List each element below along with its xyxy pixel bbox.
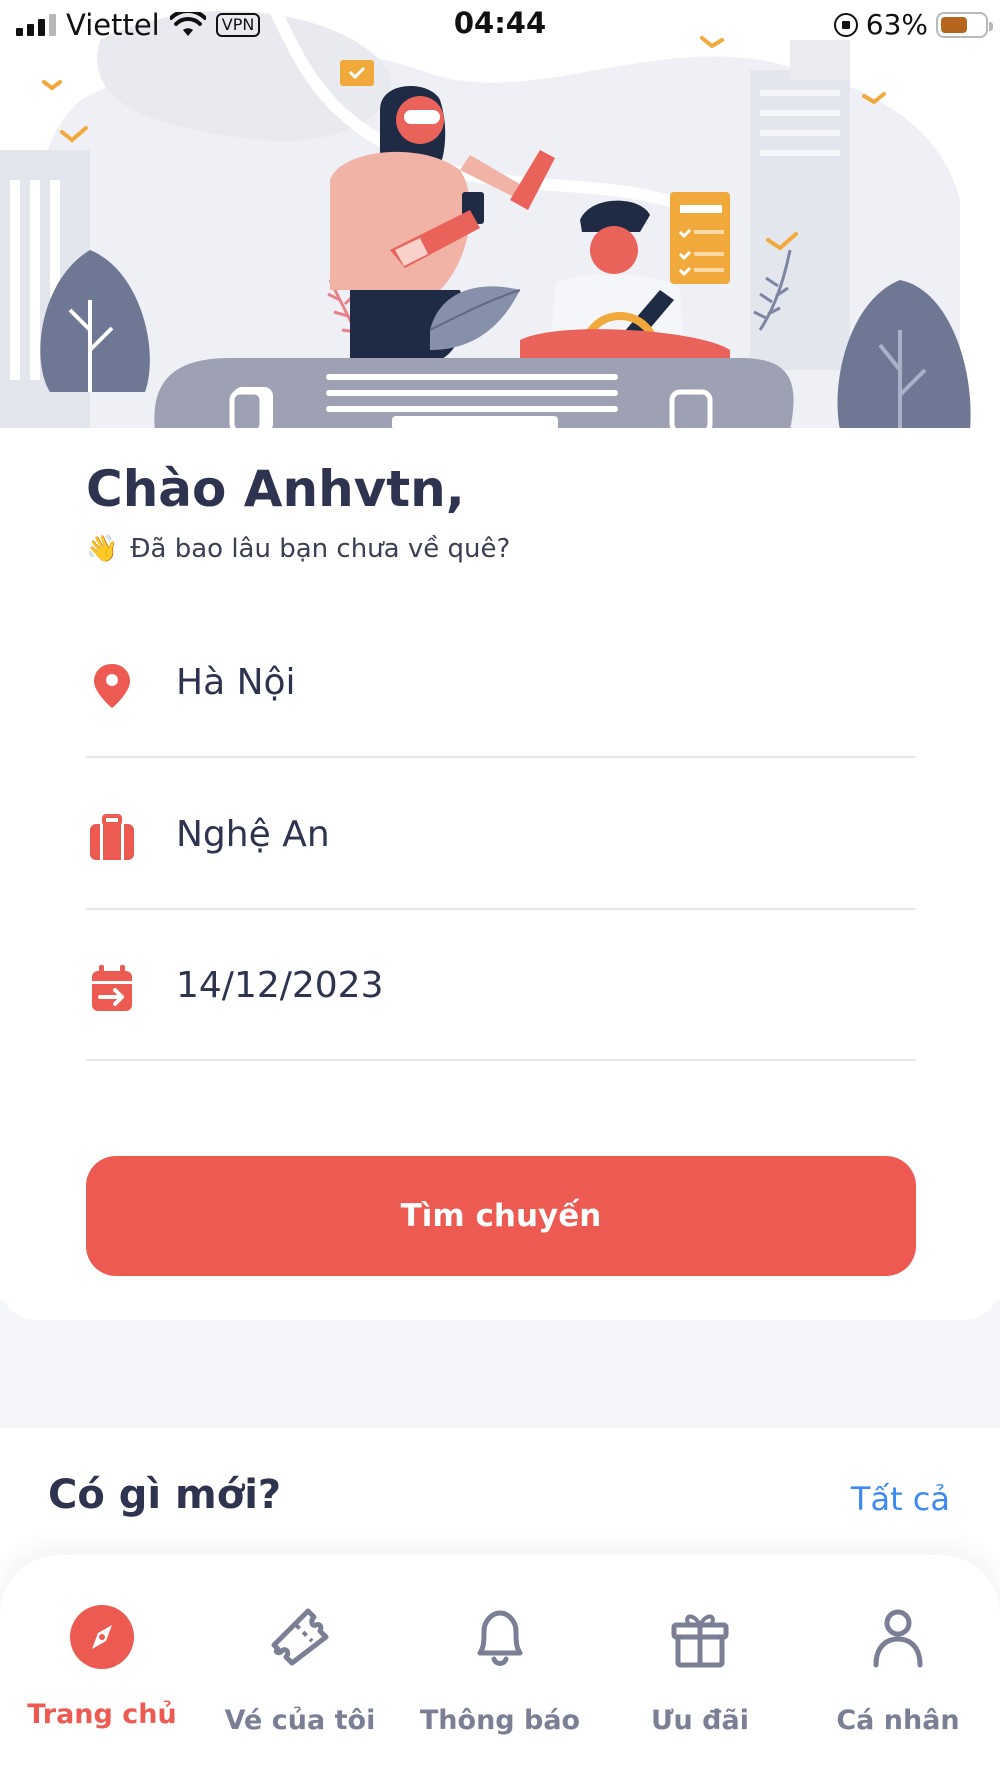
hero-illustration — [0, 0, 1000, 430]
news-title: Có gì mới? — [48, 1472, 282, 1518]
date-value: 14/12/2023 — [176, 965, 384, 1006]
date-field[interactable]: 14/12/2023 — [86, 963, 916, 1061]
greeting-subtitle: 👋 Đã bao lâu bạn chưa về quê? — [86, 534, 510, 564]
gift-icon — [671, 1614, 729, 1668]
battery-icon — [936, 11, 993, 38]
user-icon — [873, 1609, 923, 1668]
luggage-icon — [90, 814, 134, 860]
destination-field[interactable]: Nghệ An — [86, 812, 916, 910]
search-card: Chào Anhvtn, 👋 Đã bao lâu bạn chưa về qu… — [0, 428, 1000, 1320]
nav-label-offers: Ưu đãi — [651, 1705, 749, 1736]
greeting-subtitle-text: Đã bao lâu bạn chưa về quê? — [130, 534, 511, 564]
greeting-title: Chào Anhvtn, — [86, 460, 465, 518]
nav-label-profile: Cá nhân — [836, 1705, 960, 1736]
status-bar: Viettel VPN 04:44 63% — [0, 0, 1000, 50]
waving-hand-icon: 👋 — [86, 534, 119, 564]
departure-value: Hà Nội — [176, 662, 296, 703]
search-trips-button[interactable]: Tìm chuyến — [86, 1156, 916, 1276]
nav-label-home: Trang chủ — [27, 1699, 177, 1730]
nav-item-profile[interactable]: Cá nhân — [798, 1555, 998, 1755]
departure-field[interactable]: Hà Nội — [86, 660, 916, 758]
nav-label-tickets: Vé của tôi — [224, 1705, 376, 1736]
location-pin-icon — [94, 664, 130, 708]
destination-value: Nghệ An — [176, 814, 330, 855]
compass-icon — [70, 1605, 134, 1669]
battery-percent: 63% — [865, 8, 928, 41]
rotation-lock-icon — [833, 12, 858, 37]
battery-fill — [941, 16, 968, 33]
hero-illustration-art — [0, 0, 971, 430]
nav-item-tickets[interactable]: Vé của tôi — [200, 1555, 400, 1755]
nav-label-notifications: Thông báo — [419, 1705, 581, 1736]
ticket-icon — [271, 1608, 329, 1666]
calendar-icon — [92, 965, 132, 1011]
see-all-link[interactable]: Tất cả — [851, 1480, 950, 1518]
nav-item-home[interactable]: Trang chủ — [2, 1555, 202, 1755]
nav-item-notifications[interactable]: Thông báo — [400, 1555, 600, 1755]
bell-icon — [477, 1610, 523, 1666]
nav-item-offers[interactable]: Ưu đãi — [600, 1555, 800, 1755]
bottom-navigation: Trang chủ Vé của tôi Thông báo Ưu đãi Cá… — [0, 1555, 1000, 1778]
